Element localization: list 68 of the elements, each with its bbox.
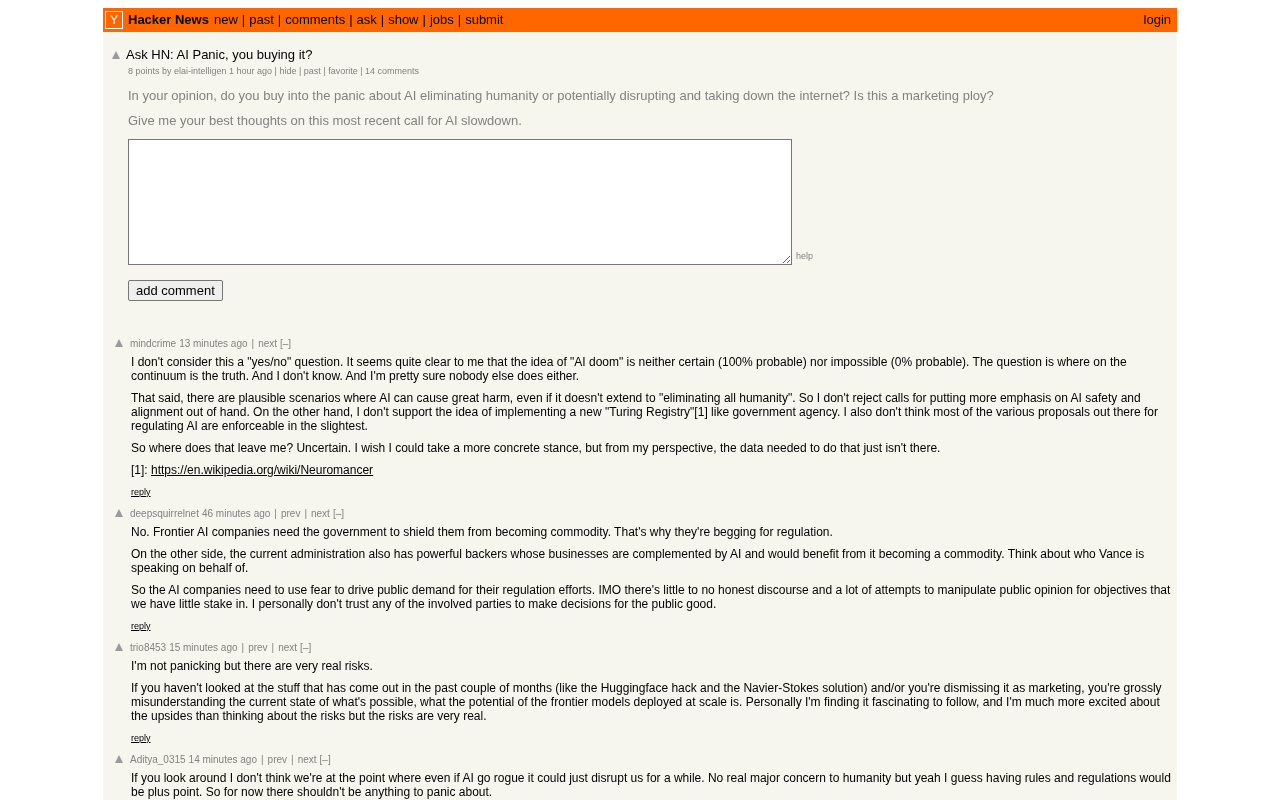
separator: | bbox=[348, 11, 354, 30]
separator: | bbox=[270, 640, 276, 655]
comment-nav-link[interactable]: next bbox=[311, 505, 330, 521]
comment-nav-link[interactable]: prev bbox=[267, 751, 288, 767]
comment-author[interactable]: mindcrime bbox=[130, 335, 177, 351]
comment-text: If you look around I don't think we're at the point where even if AI go rogue it could just disrupt us for a while. No real major concern to humanity but yeah I guess having rules and regulations would be plus point. So for now there shouldn't be anything to panic about. bbox=[131, 770, 1171, 799]
comment-text: I'm not panicking but there are very real risks. bbox=[131, 658, 374, 673]
upvote-icon[interactable] bbox=[115, 509, 123, 517]
separator: | bbox=[303, 506, 308, 521]
nav-link[interactable]: new bbox=[213, 10, 238, 30]
separator: | bbox=[240, 11, 247, 30]
comment-text: That said, there are plausible scenarios where AI can cause great harm, even if it doesn't extend to "eliminating all humanity". So I don't reject calls for putting more emphasis on AI safety and alignment out of hand. On the other hand, I don't support the idea of implementing a new "Turing Registry"[1] like government agency. I also don't think most of the various proposals out there for regulating AI are enforceable in the slightest. bbox=[131, 390, 1160, 433]
footnote-link[interactable]: https://en.wikipedia.org/wiki/Neuromancer bbox=[151, 462, 374, 477]
footnote-label: [1]: bbox=[131, 462, 149, 477]
upvote-icon[interactable] bbox=[115, 755, 123, 763]
story-title[interactable]: Ask HN: AI Panic, you buying it? bbox=[126, 45, 313, 65]
upvote-icon[interactable] bbox=[115, 643, 123, 651]
separator: | bbox=[421, 11, 427, 30]
story-text: Give me your best thoughts on this most recent call for AI slowdown. bbox=[128, 112, 523, 129]
separator: | bbox=[276, 11, 283, 30]
collapse-toggle[interactable]: [–] bbox=[300, 639, 312, 655]
comment-age[interactable]: 46 minutes ago bbox=[201, 505, 271, 521]
upvote-icon[interactable] bbox=[112, 51, 120, 59]
separator: | bbox=[379, 11, 386, 30]
separator: | bbox=[250, 336, 256, 351]
comment-age[interactable]: 15 minutes ago bbox=[169, 639, 238, 655]
collapse-toggle[interactable]: [–] bbox=[319, 751, 331, 767]
comment-nav-link[interactable]: next bbox=[278, 639, 298, 655]
separator: | bbox=[260, 752, 265, 767]
comment-text: On the other side, the current administration also has powerful backers whose businesses are complemented by AI and would benefit from it becoming a commodity. Think about who Vance is speaking on behalf of. bbox=[131, 546, 1146, 575]
comment-text: I don't consider this a "yes/no" question. It seems quite clear to me that the idea of "AI doom" is neither certain (100% probable) nor impossible (0% probable). The question is where on the continuum is the truth. And I don't know. And I'm pretty sure nobody else does either. bbox=[131, 354, 1128, 383]
comment-text: So the AI companies need to use fear to drive public demand for their regulation efforts. IMO there's little to no honest discourse and a lot of attempts to manipulate public opinion for objectives that we have little stake in. I personally don't trust any of the involved parties to make decisions for the public good. bbox=[131, 582, 1171, 611]
nav-link[interactable]: ask bbox=[356, 10, 377, 30]
comment-nav-link[interactable]: prev bbox=[280, 505, 301, 521]
reply-link[interactable]: reply bbox=[131, 618, 151, 633]
nav-link[interactable]: past bbox=[249, 10, 274, 30]
comment-nav-link[interactable]: next bbox=[297, 751, 317, 767]
separator: | bbox=[240, 640, 246, 655]
separator: | bbox=[456, 11, 463, 30]
comment-author[interactable]: deepsquirrelnet bbox=[130, 505, 199, 521]
comment-author[interactable]: Aditya_0315 bbox=[130, 751, 186, 767]
comment-text: No. Frontier AI companies need the government to shield them from becoming commodity. That's why they're begging for regulation. bbox=[131, 524, 834, 539]
comment-nav-link[interactable]: prev bbox=[248, 639, 268, 655]
story-text: In your opinion, do you buy into the panic about AI eliminating humanity or potentially disrupting and taking down the internet? Is this a marketing ploy? bbox=[128, 87, 995, 104]
site-name[interactable]: Hacker News bbox=[128, 10, 209, 30]
help-link[interactable]: help bbox=[796, 250, 813, 264]
separator: | bbox=[290, 752, 295, 767]
comment-age[interactable]: 13 minutes ago bbox=[179, 335, 248, 351]
reply-link[interactable]: reply bbox=[131, 730, 151, 745]
site-logo[interactable]: Y bbox=[105, 11, 123, 29]
nav-link[interactable]: submit bbox=[465, 10, 504, 30]
collapse-toggle[interactable]: [–] bbox=[332, 505, 345, 521]
comment-field[interactable] bbox=[128, 138, 792, 265]
comment-age[interactable]: 14 minutes ago bbox=[188, 751, 257, 767]
nav-link[interactable]: show bbox=[388, 10, 419, 30]
comment-text: If you haven't looked at the stuff that has come out in the past couple of months (like the Huggingface hack and the Navier-Stokes solution) and/or you're dismissing it as marketing, you're grossly misunderstanding the current state of what's possible, what the potential of the frontier models deployed at scale is. Personally I'm finding it fascinating to follow, and I'm much more excited about the upsides than thinking about the risks but the risks are very real. bbox=[131, 680, 1163, 723]
comment-text: So where does that leave me? Uncertain. I wish I could take a more concrete stance, but from my perspective, the data needed to do that just isn't there. bbox=[131, 440, 942, 455]
story-subtext: 8 points by elai-intelligen 1 hour ago | hide | past | favorite | 14 comments bbox=[128, 65, 420, 78]
collapse-toggle[interactable]: [–] bbox=[280, 335, 292, 351]
separator: | bbox=[273, 506, 278, 521]
add-comment-button[interactable]: add comment bbox=[128, 279, 223, 301]
nav-link[interactable]: comments bbox=[285, 10, 346, 30]
nav-link[interactable]: jobs bbox=[429, 10, 454, 30]
upvote-icon[interactable] bbox=[115, 339, 123, 347]
comment-nav-link[interactable]: next bbox=[258, 335, 278, 351]
comment-author[interactable]: trio8453 bbox=[130, 639, 167, 655]
login-link[interactable]: login bbox=[1143, 10, 1171, 30]
reply-link[interactable]: reply bbox=[131, 484, 151, 499]
